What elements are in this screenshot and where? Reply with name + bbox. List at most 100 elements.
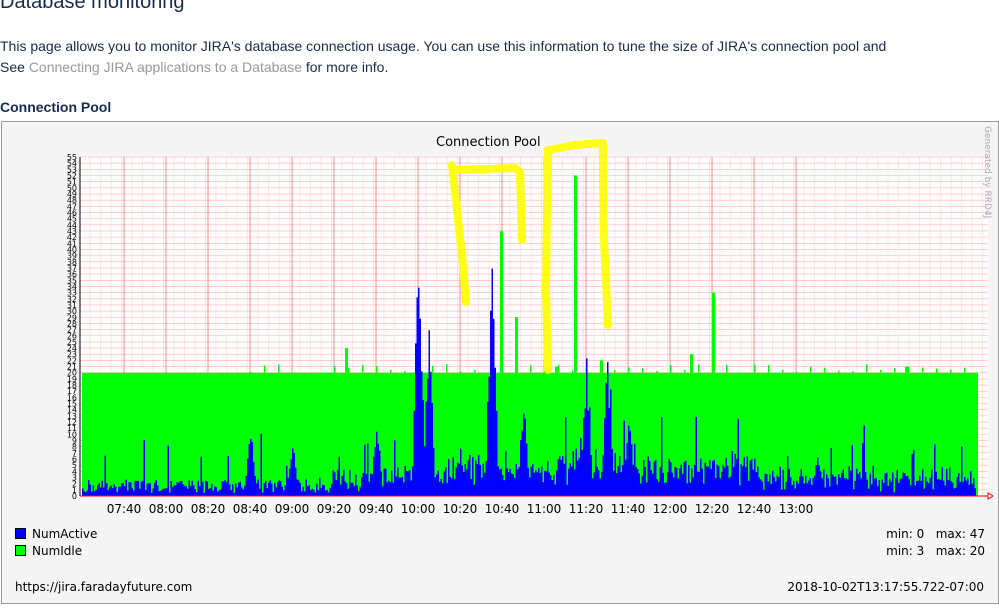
bar-numactive xyxy=(170,481,172,496)
bar-numactive xyxy=(503,480,505,496)
bar-numactive xyxy=(389,482,391,496)
bar-numactive xyxy=(179,481,181,496)
bar-numactive xyxy=(550,475,552,496)
bar-numactive xyxy=(791,485,793,496)
bar-numactive xyxy=(565,417,567,496)
bar-numactive xyxy=(115,486,117,496)
stats-numactive: min: 0 max: 47 xyxy=(886,527,985,541)
bar-numactive xyxy=(551,479,553,496)
bar-numactive xyxy=(166,488,168,496)
spike-numidle xyxy=(574,175,577,373)
bar-numactive xyxy=(671,472,673,496)
bar-numactive xyxy=(289,468,291,496)
bar-numactive xyxy=(650,470,652,496)
bar-numactive xyxy=(305,479,307,496)
bar-numactive xyxy=(521,430,523,496)
bar-numactive xyxy=(121,483,123,496)
bar-numactive xyxy=(517,469,519,496)
bar-numactive xyxy=(683,462,685,496)
bar-numactive xyxy=(133,490,135,496)
bar-numactive xyxy=(770,483,772,496)
bar-numactive xyxy=(100,487,102,496)
bar-numactive xyxy=(404,466,406,496)
bar-numactive xyxy=(854,480,856,496)
x-tick-label: 07:40 xyxy=(107,502,142,516)
x-tick-label: 10:20 xyxy=(443,502,478,516)
tick-numidle xyxy=(810,366,812,373)
bar-numactive xyxy=(376,431,378,496)
bar-numactive xyxy=(544,471,546,496)
bar-numactive xyxy=(635,466,637,496)
bar-numactive xyxy=(842,469,844,496)
bar-numactive xyxy=(202,481,204,496)
bar-numactive xyxy=(130,482,132,496)
bar-numactive xyxy=(107,490,109,496)
bar-numactive xyxy=(241,487,243,496)
bar-numactive xyxy=(385,468,387,496)
tick-numidle xyxy=(712,364,714,373)
x-tick-label: 12:00 xyxy=(653,502,688,516)
bar-numactive xyxy=(260,433,262,496)
tick-numidle xyxy=(838,370,840,373)
bar-numactive xyxy=(688,464,690,496)
bar-numactive xyxy=(314,492,316,496)
bar-numactive xyxy=(386,482,388,496)
bar-numactive xyxy=(335,479,337,496)
bar-numactive xyxy=(281,486,283,496)
bar-numactive xyxy=(829,486,831,496)
numactive-min: min: 0 xyxy=(886,527,925,541)
bar-numactive xyxy=(514,478,516,496)
connection-pool-chart: 0123456789101112131415161718192021222324… xyxy=(67,139,994,516)
bar-numactive xyxy=(523,413,525,496)
bar-numactive xyxy=(700,458,702,496)
bar-numactive xyxy=(631,444,633,496)
bar-numactive xyxy=(329,487,331,496)
bar-numactive xyxy=(880,491,882,496)
bar-numactive xyxy=(821,478,823,496)
bar-numactive xyxy=(112,487,114,496)
bar-numactive xyxy=(754,458,756,496)
bar-numactive xyxy=(788,469,790,496)
bar-numactive xyxy=(599,478,601,496)
bar-numactive xyxy=(131,488,133,496)
bar-numactive xyxy=(790,477,792,496)
tick-numidle xyxy=(614,370,616,373)
bar-numactive xyxy=(218,490,220,496)
bar-numactive xyxy=(400,477,402,496)
tick-numidle xyxy=(684,369,686,373)
bar-numactive xyxy=(472,456,474,496)
bar-numactive xyxy=(806,483,808,496)
bar-numactive xyxy=(580,438,582,496)
bar-numactive xyxy=(934,444,936,496)
bar-numactive xyxy=(353,485,355,496)
bar-numactive xyxy=(574,469,576,496)
bar-numactive xyxy=(718,465,720,496)
bar-numactive xyxy=(352,482,354,496)
x-tick-label: 08:40 xyxy=(233,502,268,516)
bar-numactive xyxy=(512,474,514,496)
bar-numactive xyxy=(128,482,130,496)
bar-numactive xyxy=(286,465,288,496)
bar-numactive xyxy=(418,287,420,496)
bar-numactive xyxy=(419,318,421,496)
bar-numactive xyxy=(881,479,883,496)
bar-numactive xyxy=(680,464,682,496)
bar-numactive xyxy=(490,310,492,496)
bar-numactive xyxy=(950,481,952,496)
bar-numactive xyxy=(383,468,385,496)
bar-numactive xyxy=(830,447,832,496)
legend-item-numidle: NumIdle xyxy=(15,544,82,558)
bar-numactive xyxy=(164,488,166,496)
bar-numactive xyxy=(968,484,970,496)
bar-numactive xyxy=(655,460,657,496)
bar-numactive xyxy=(865,471,867,496)
bar-numactive xyxy=(697,471,699,496)
bar-numactive xyxy=(955,487,957,496)
bar-numactive xyxy=(245,475,247,496)
bar-numactive xyxy=(569,463,571,496)
bar-numactive xyxy=(379,450,381,496)
bar-numactive xyxy=(803,483,805,496)
bar-numactive xyxy=(350,482,352,496)
bar-numactive xyxy=(194,489,196,496)
bar-numactive xyxy=(455,467,457,496)
